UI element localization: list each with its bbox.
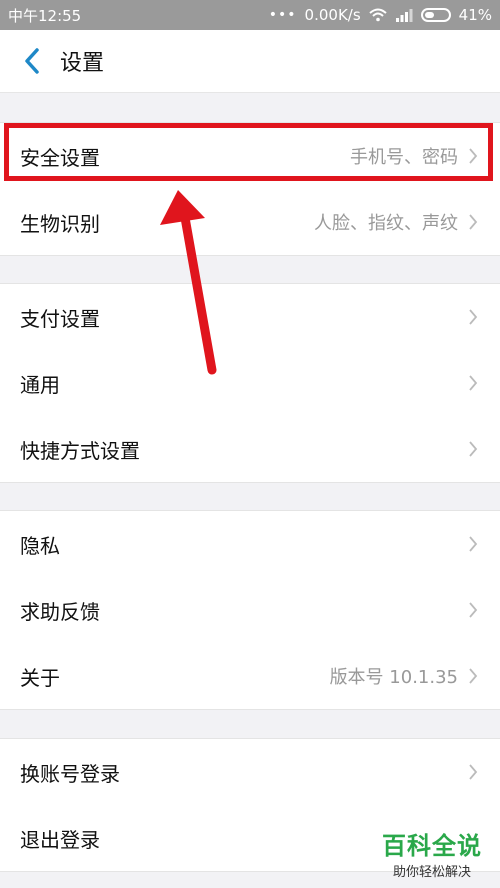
chevron-right-icon bbox=[469, 536, 478, 552]
row-label: 换账号登录 bbox=[20, 761, 120, 786]
network-speed: 0.00K/s bbox=[304, 6, 361, 24]
battery-icon bbox=[420, 8, 451, 22]
settings-row-payment[interactable]: 支付设置 bbox=[0, 284, 500, 350]
row-value: 版本号 10.1.35 bbox=[329, 667, 458, 688]
watermark-logo: 百科全说 助你轻松解决 bbox=[374, 826, 490, 880]
row-right bbox=[458, 535, 478, 553]
row-label: 关于 bbox=[20, 665, 60, 690]
row-right: 版本号 10.1.35 bbox=[330, 663, 478, 689]
row-right bbox=[458, 440, 478, 458]
nav-bar: 设置 bbox=[0, 30, 500, 93]
settings-row-privacy[interactable]: 隐私 bbox=[0, 511, 500, 577]
row-value: 手机号、密码 bbox=[350, 147, 458, 168]
row-label: 退出登录 bbox=[20, 827, 100, 852]
more-dots-icon: ••• bbox=[268, 7, 297, 23]
row-right bbox=[458, 763, 478, 781]
settings-group-account: 安全设置 手机号、密码 生物识别 人脸、指纹、声纹 bbox=[0, 122, 500, 256]
settings-group-about: 隐私 求助反馈 关于 版本号 10.1.35 bbox=[0, 510, 500, 710]
settings-row-shortcuts[interactable]: 快捷方式设置 bbox=[0, 416, 500, 482]
row-right bbox=[458, 374, 478, 392]
row-label: 求助反馈 bbox=[20, 599, 100, 624]
wifi-icon bbox=[368, 8, 387, 22]
settings-row-biometrics[interactable]: 生物识别 人脸、指纹、声纹 bbox=[0, 189, 500, 255]
row-label: 隐私 bbox=[20, 533, 60, 558]
chevron-right-icon bbox=[469, 764, 478, 780]
settings-row-general[interactable]: 通用 bbox=[0, 350, 500, 416]
back-button[interactable] bbox=[12, 41, 52, 81]
chevron-right-icon bbox=[469, 214, 478, 230]
settings-group-general: 支付设置 通用 快捷方式设置 bbox=[0, 283, 500, 483]
signal-icon bbox=[395, 9, 413, 22]
status-bar: 中午12:55 ••• 0.00K/s 41% bbox=[0, 0, 500, 30]
row-label: 快捷方式设置 bbox=[20, 438, 140, 463]
settings-row-about[interactable]: 关于 版本号 10.1.35 bbox=[0, 643, 500, 709]
row-right bbox=[458, 308, 478, 326]
settings-row-switch-account[interactable]: 换账号登录 bbox=[0, 739, 500, 805]
watermark-title: 百科全说 bbox=[382, 832, 482, 860]
row-value: 人脸、指纹、声纹 bbox=[314, 213, 458, 234]
battery-level: 41% bbox=[458, 6, 492, 24]
status-right: ••• 0.00K/s 41% bbox=[269, 6, 492, 24]
page-title: 设置 bbox=[60, 51, 105, 76]
status-time: 中午12:55 bbox=[8, 6, 82, 25]
settings-row-feedback[interactable]: 求助反馈 bbox=[0, 577, 500, 643]
chevron-right-icon bbox=[469, 602, 478, 618]
settings-row-security[interactable]: 安全设置 手机号、密码 bbox=[0, 123, 500, 189]
chevron-right-icon bbox=[469, 148, 478, 164]
chevron-right-icon bbox=[469, 441, 478, 457]
chevron-left-icon bbox=[25, 48, 39, 74]
row-right: 手机号、密码 bbox=[350, 143, 478, 169]
row-label: 生物识别 bbox=[20, 211, 100, 236]
watermark-subtitle: 助你轻松解决 bbox=[392, 865, 471, 880]
row-label: 通用 bbox=[20, 372, 60, 397]
row-label: 安全设置 bbox=[20, 145, 100, 170]
row-right: 人脸、指纹、声纹 bbox=[314, 209, 478, 235]
row-right bbox=[458, 601, 478, 619]
chevron-right-icon bbox=[469, 375, 478, 391]
chevron-right-icon bbox=[469, 309, 478, 325]
row-label: 支付设置 bbox=[20, 306, 100, 331]
chevron-right-icon bbox=[469, 668, 478, 684]
